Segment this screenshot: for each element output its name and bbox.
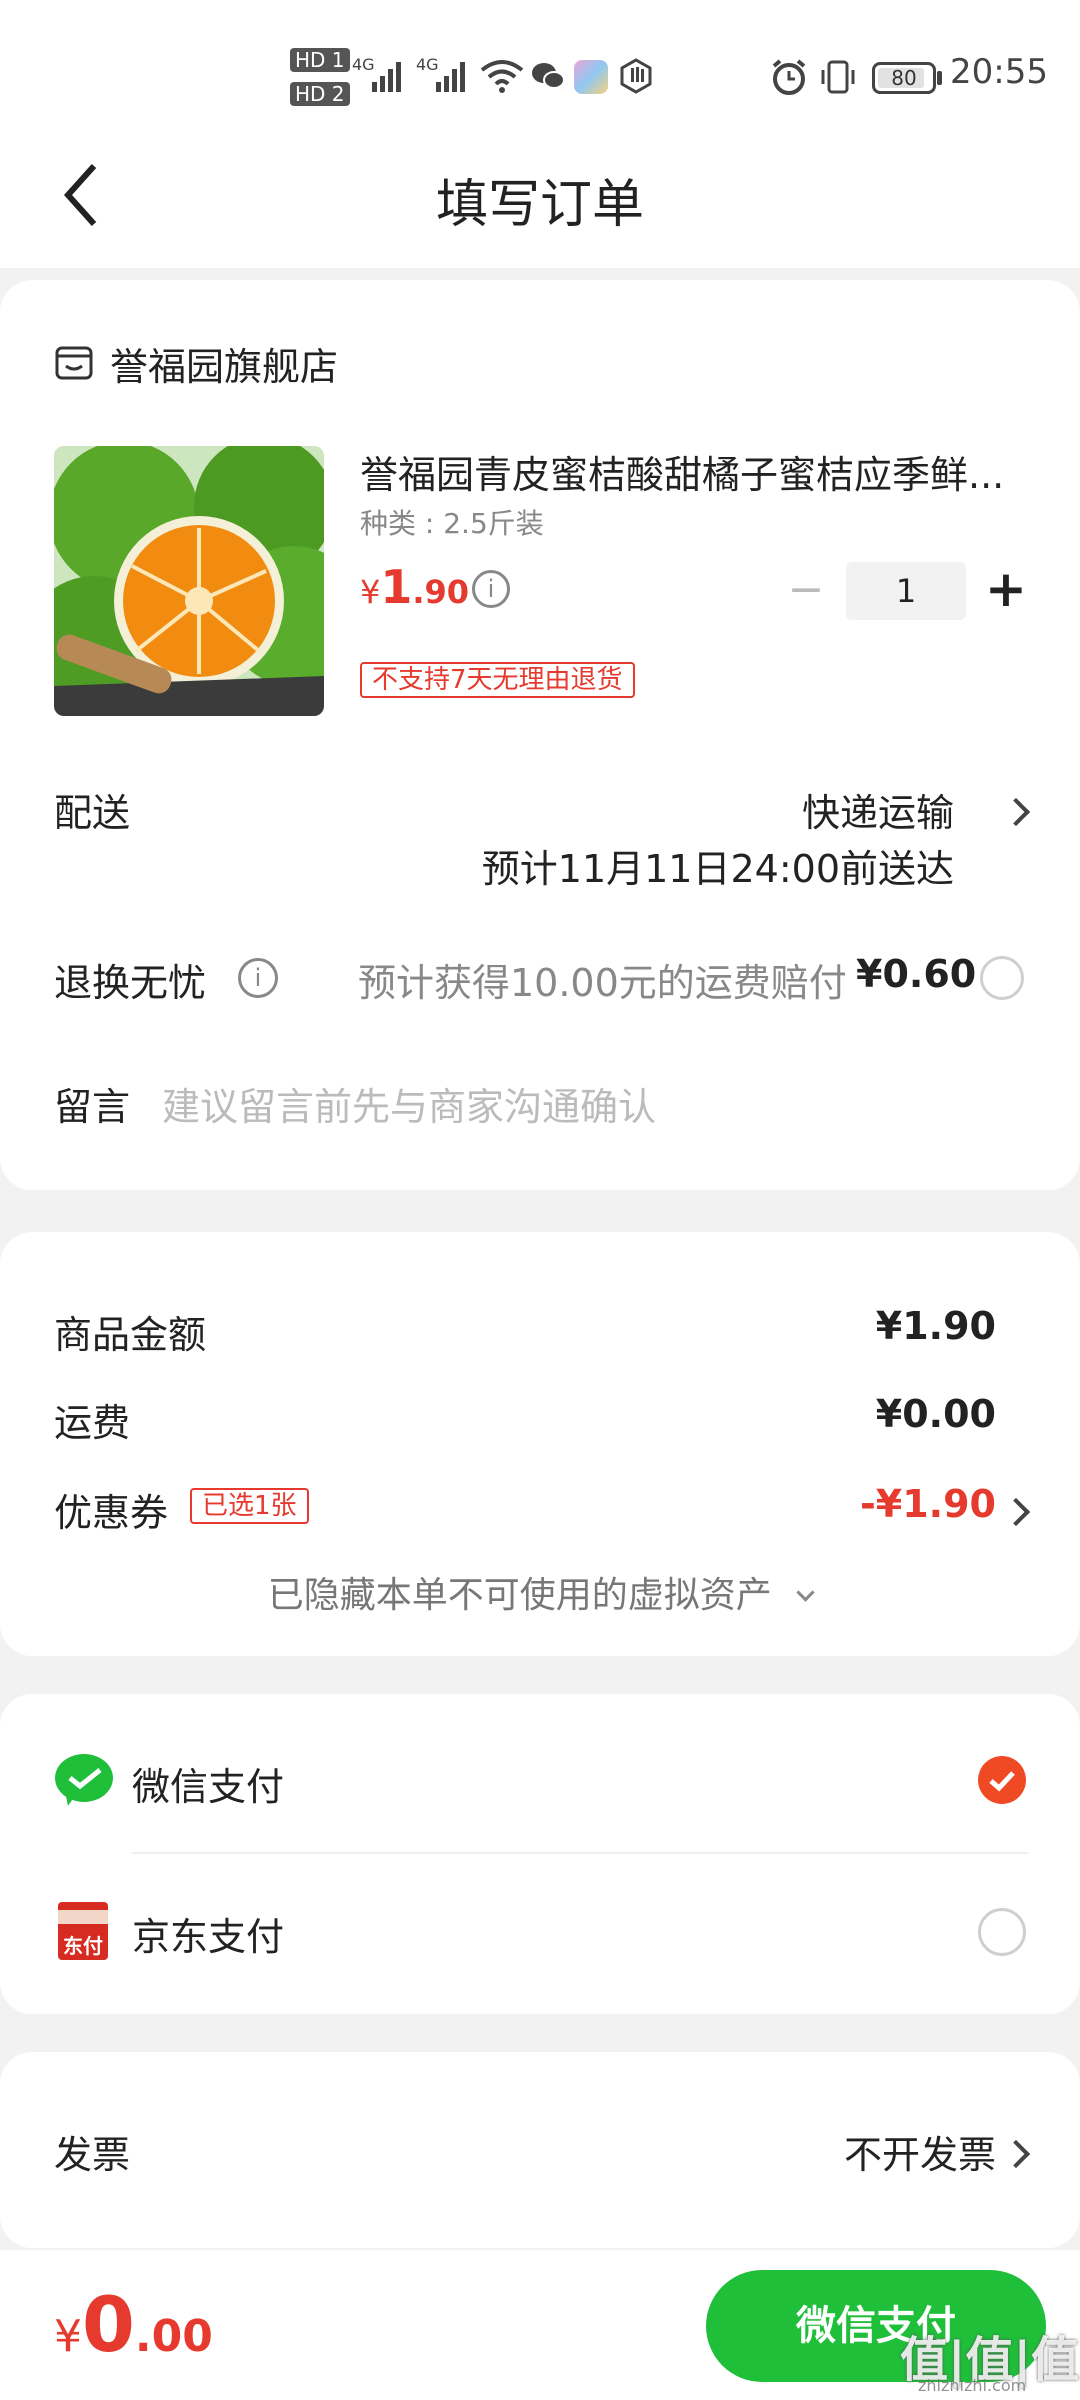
page-title: 填写订单: [435, 175, 644, 235]
battery-icon: 80: [872, 62, 936, 94]
return-insurance-label: 退换无忧: [54, 961, 207, 1005]
product-price: ¥1.90: [360, 560, 470, 614]
signal-icon-2: 4G: [416, 52, 472, 94]
delivery-label: 配送: [54, 791, 131, 835]
hidden-assets-toggle[interactable]: 已隐藏本单不可使用的虚拟资产: [0, 1566, 1080, 1618]
invoice-value[interactable]: 不开发票: [844, 2124, 996, 2179]
jd-pay-radio[interactable]: [978, 1908, 1026, 1956]
wechat-notify-icon: [530, 60, 566, 92]
product-title[interactable]: 誉福园青皮蜜桔酸甜橘子蜜桔应季鲜...: [360, 444, 1040, 499]
goods-amount-value: ¥1.90: [875, 1304, 996, 1348]
jd-pay-label[interactable]: 京东支付: [132, 1906, 284, 1961]
coupon-chevron-icon[interactable]: [1001, 1497, 1031, 1527]
hd1-badge: HD 1: [290, 48, 350, 72]
message-label: 留言: [54, 1085, 131, 1129]
chevron-down-icon: [796, 1583, 815, 1602]
return-insurance-price: ¥0.60: [856, 952, 977, 996]
top-bar: HD 1 HD 2 4G 4G 80 20:55 填写订单: [0, 0, 1080, 268]
return-insurance-info-icon[interactable]: i: [238, 958, 278, 998]
goods-amount-label: 商品金额: [54, 1313, 207, 1357]
quantity-input[interactable]: 1: [846, 562, 966, 620]
return-insurance-radio[interactable]: [980, 956, 1024, 1000]
hand-icon: [618, 58, 654, 94]
payment-card: 微信支付 东付 京东支付: [0, 1694, 1080, 2014]
product-image[interactable]: [54, 446, 324, 716]
delivery-eta: 预计11月11日24:00前送达: [481, 847, 954, 891]
order-card: 誉福园旗舰店 誉福园青皮蜜桔酸甜橘子蜜桔应季鲜... 种类 : 2.5斤装 ¥1…: [0, 280, 1080, 1190]
jd-pay-icon: 东付: [58, 1902, 108, 1960]
total-amount: ¥0.00: [54, 2280, 213, 2369]
hd2-badge: HD 2: [290, 82, 350, 106]
svg-text:4G: 4G: [416, 55, 439, 74]
amount-card: 商品金额 ¥1.90 运费 ¥0.00 优惠券 已选1张 -¥1.90 已隐藏本…: [0, 1232, 1080, 1656]
quantity-plus-button[interactable]: +: [984, 564, 1028, 614]
return-insurance-desc: 预计获得10.00元的运费赔付: [358, 961, 847, 1005]
clock: 20:55: [950, 52, 1048, 92]
payment-divider: [132, 1852, 1028, 1854]
shipping-value: ¥0.00: [875, 1392, 996, 1436]
battery-level: 80: [891, 66, 917, 90]
message-input[interactable]: 建议留言前先与商家沟通确认: [162, 1076, 1022, 1131]
store-icon: [54, 342, 94, 382]
alarm-icon: [770, 58, 808, 96]
invoice-label: 发票: [54, 2133, 131, 2177]
invoice-chevron-icon[interactable]: [1001, 2139, 1031, 2169]
coupon-value[interactable]: -¥1.90: [860, 1482, 996, 1526]
jd-pay-icon-text: 东付: [63, 1934, 103, 1958]
wifi-icon: [480, 58, 524, 94]
delivery-method[interactable]: 快递运输: [802, 782, 954, 837]
wechat-pay-icon: [54, 1750, 114, 1810]
price-info-icon[interactable]: i: [472, 570, 510, 608]
wechat-pay-label[interactable]: 微信支付: [132, 1756, 284, 1811]
check-icon: [989, 1771, 1015, 1792]
battery-cap: [937, 71, 942, 85]
wechat-pay-radio-checked[interactable]: [978, 1756, 1026, 1804]
delivery-chevron-icon[interactable]: [1001, 797, 1031, 827]
svg-text:4G: 4G: [352, 55, 375, 74]
coupon-selected-tag: 已选1张: [190, 1488, 309, 1524]
product-spec[interactable]: 种类 : 2.5斤装: [360, 502, 544, 542]
return-policy-tag: 不支持7天无理由退货: [360, 662, 635, 698]
coupon-label[interactable]: 优惠券: [54, 1482, 168, 1537]
quantity-minus-button[interactable]: −: [786, 568, 826, 612]
hidden-assets-text: 已隐藏本单不可使用的虚拟资产: [267, 1575, 772, 1616]
watermark-url: zhizhizhi.com: [918, 2376, 1027, 2395]
app-notify-icon: [574, 60, 608, 94]
shipping-label: 运费: [54, 1401, 131, 1445]
vibrate-icon: [818, 58, 858, 96]
store-name[interactable]: 誉福园旗舰店: [110, 336, 338, 391]
signal-icon: 4G: [352, 52, 408, 94]
invoice-card[interactable]: 发票 不开发票: [0, 2052, 1080, 2248]
